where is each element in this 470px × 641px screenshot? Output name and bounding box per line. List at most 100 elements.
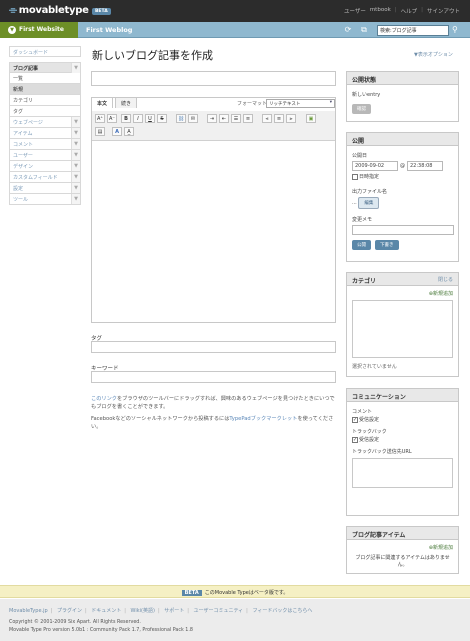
footer-link[interactable]: サポート bbox=[164, 608, 184, 614]
comments-label: コメント bbox=[352, 409, 373, 415]
publish-time-input[interactable]: 22:38:08 bbox=[407, 161, 443, 171]
sidebar-item-label: ツール bbox=[13, 197, 29, 203]
tab-body[interactable]: 本文 bbox=[91, 97, 114, 108]
chevron-down-icon: ▾ bbox=[329, 100, 332, 105]
view-site-icon[interactable]: ⧉ bbox=[359, 25, 369, 35]
sidebar-item-dashboard[interactable]: ダッシュボード bbox=[9, 46, 81, 57]
outdent-icon[interactable]: ⇤ bbox=[219, 114, 229, 123]
sidebar-item-users[interactable]: ユーザー ▼ bbox=[9, 150, 81, 161]
footer-separator: | bbox=[246, 608, 248, 614]
blog-name-link[interactable]: First Weblog bbox=[86, 26, 132, 34]
sidebar-item-entries-list[interactable]: 一覧 bbox=[9, 73, 81, 84]
copyright-text: Copyright © 2001-2009 Six Apart. All Rig… bbox=[9, 620, 141, 625]
footer-separator: | bbox=[50, 608, 53, 614]
widget-title: カテゴリ 閉じる bbox=[347, 273, 458, 286]
help-text: Facebookなどのソーシャルネットワークから投稿するには bbox=[91, 416, 230, 422]
app-logo[interactable]: ⌯ movabletype bbox=[9, 5, 89, 16]
publish-button[interactable]: 公開 bbox=[352, 240, 371, 250]
link-icon[interactable]: ⛓ bbox=[176, 114, 186, 123]
search-icon[interactable]: ⚲ bbox=[452, 25, 462, 35]
text-color-icon[interactable]: A bbox=[112, 127, 122, 136]
underline-icon[interactable]: U bbox=[145, 114, 155, 123]
email-icon[interactable]: ✉ bbox=[188, 114, 198, 123]
sidebar-item-design[interactable]: デザイン ▼ bbox=[9, 161, 81, 172]
sidebar-item-label: デザイン bbox=[13, 164, 34, 170]
chevron-down-icon: ▼ bbox=[71, 183, 80, 193]
indent-icon[interactable]: ⇥ bbox=[207, 114, 217, 123]
add-category-link[interactable]: ⊕新規追加 bbox=[352, 290, 453, 297]
bookmarklet-link[interactable]: このリンク bbox=[91, 396, 117, 402]
sidebar-item-entries[interactable]: ブログ記事 ▼ bbox=[9, 62, 81, 73]
sidebar-item-categories[interactable]: カテゴリ bbox=[9, 95, 81, 106]
align-right-icon[interactable]: ⫸ bbox=[286, 114, 296, 123]
trackback-url-textarea[interactable] bbox=[352, 458, 453, 488]
numbered-list-icon[interactable]: ≡ bbox=[243, 114, 253, 123]
align-left-icon[interactable]: ⫷ bbox=[262, 114, 272, 123]
chevron-down-icon: ▼ bbox=[71, 117, 80, 127]
sidebar-item-comments[interactable]: コメント ▼ bbox=[9, 139, 81, 150]
website-switcher-button[interactable]: ▼ First Website bbox=[0, 22, 78, 38]
beta-badge: BETA bbox=[92, 8, 111, 15]
bullet-list-icon[interactable]: ☰ bbox=[231, 114, 241, 123]
display-options-link[interactable]: ▼表示オプション bbox=[414, 51, 453, 58]
category-list-box[interactable] bbox=[352, 300, 453, 358]
publish-date-input[interactable]: 2009-09-02 bbox=[352, 161, 398, 171]
username-link[interactable]: mtbook bbox=[370, 7, 391, 15]
align-center-icon[interactable]: ≡ bbox=[274, 114, 284, 123]
keywords-input[interactable] bbox=[91, 371, 336, 383]
context-icons: ⟳ ⧉ bbox=[343, 25, 369, 35]
preview-button[interactable]: 確認 bbox=[352, 104, 371, 114]
user-label: ユーザー bbox=[343, 9, 366, 15]
tags-input[interactable] bbox=[91, 341, 336, 353]
communication-widget: コミュニケーション コメント ✓ 受信設定 トラックバック ✓ 受信設定 トラックバ… bbox=[346, 388, 459, 516]
refresh-icon[interactable]: ⟳ bbox=[343, 25, 353, 35]
edit-basename-button[interactable]: 編集 bbox=[358, 197, 380, 209]
chevron-down-icon: ▼ bbox=[8, 26, 16, 34]
typepad-bookmarklet-link[interactable]: TypePadブックマークレット bbox=[229, 416, 297, 422]
no-assets-text: ブログ記事に関連するアイテムはありません。 bbox=[355, 555, 450, 568]
footer-link[interactable]: ドキュメント bbox=[91, 608, 121, 614]
entry-title-input[interactable] bbox=[91, 71, 336, 86]
insert-file-icon[interactable]: ▤ bbox=[95, 127, 105, 136]
help-link[interactable]: ヘルプ bbox=[401, 7, 418, 15]
footer-link[interactable]: フィードバックはこちらへ bbox=[252, 608, 312, 614]
sidebar-item-entries-new[interactable]: 新規 bbox=[9, 84, 81, 95]
revision-note-input[interactable] bbox=[352, 225, 454, 235]
basename-label: 出力ファイル名 bbox=[352, 189, 388, 195]
search-input[interactable]: 検索:ブログ記事 bbox=[377, 25, 449, 36]
accept-trackbacks-label: 受信設定 bbox=[359, 437, 380, 443]
footer-separator: | bbox=[187, 608, 189, 614]
italic-icon[interactable]: I bbox=[133, 114, 143, 123]
html-mode-icon[interactable]: A̲ bbox=[124, 127, 134, 136]
close-link[interactable]: 閉じる bbox=[438, 276, 453, 283]
sidebar-item-label: ユーザー bbox=[13, 153, 33, 159]
sidebar-item-pages[interactable]: ウェブページ ▼ bbox=[9, 117, 81, 128]
chevron-down-icon: ▼ bbox=[71, 128, 80, 138]
add-asset-link[interactable]: ⊕新規追加 bbox=[352, 544, 453, 551]
font-size-up-icon[interactable]: A⁺ bbox=[95, 114, 105, 123]
footer-link[interactable]: ユーザーコミュニティ bbox=[194, 608, 244, 614]
sidebar-item-tags[interactable]: タグ bbox=[9, 106, 81, 117]
footer-separator: | bbox=[124, 608, 126, 614]
font-size-down-icon[interactable]: A⁻ bbox=[107, 114, 117, 123]
format-select[interactable]: リッチテキスト ▾ bbox=[266, 99, 335, 108]
sidebar-item-custom-fields[interactable]: カスタムフィールド ▼ bbox=[9, 172, 81, 183]
tab-extended[interactable]: 続き bbox=[115, 97, 138, 108]
bold-icon[interactable]: B bbox=[121, 114, 131, 123]
footer-link[interactable]: MovableType.jp bbox=[9, 608, 48, 614]
accept-trackbacks-checkbox[interactable]: ✓ bbox=[352, 436, 358, 443]
scheduled-label: 日時指定 bbox=[359, 174, 380, 180]
insert-image-icon[interactable]: ▣ bbox=[306, 114, 316, 123]
sidebar-item-settings[interactable]: 設定 ▼ bbox=[9, 183, 81, 194]
footer-link[interactable]: プラグイン bbox=[57, 608, 82, 614]
sidebar-item-tools[interactable]: ツール ▼ bbox=[9, 194, 81, 205]
chevron-down-icon: ▼ bbox=[71, 150, 80, 160]
footer-link[interactable]: Wiki(英語) bbox=[131, 608, 155, 614]
sidebar-item-assets[interactable]: アイテム ▼ bbox=[9, 128, 81, 139]
scheduled-checkbox[interactable] bbox=[352, 173, 358, 180]
signout-link[interactable]: サインアウト bbox=[427, 7, 460, 15]
entry-assets-widget: ブログ記事アイテム ⊕新規追加 ブログ記事に関連するアイテムはありません。 bbox=[346, 526, 459, 574]
strikethrough-icon[interactable]: S bbox=[157, 114, 167, 123]
save-draft-button[interactable]: 下書き bbox=[375, 240, 399, 250]
accept-comments-checkbox[interactable]: ✓ bbox=[352, 416, 358, 423]
